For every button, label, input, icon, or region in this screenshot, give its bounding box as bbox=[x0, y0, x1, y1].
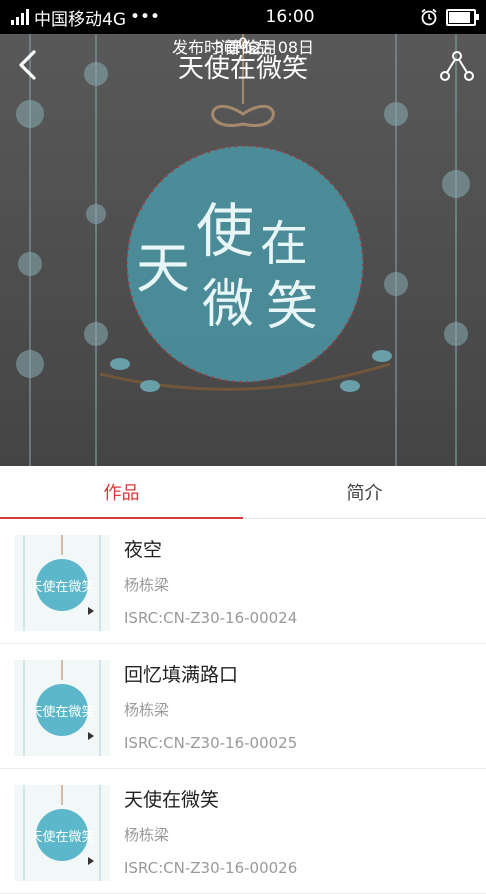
track-cover-thumb[interactable]: 天使在微笑 bbox=[14, 660, 110, 756]
track-title: 天使在微笑 bbox=[124, 789, 220, 811]
track-title: 夜空 bbox=[124, 539, 163, 561]
track-isrc: ISRC:CN-Z30-16-00026 bbox=[124, 859, 298, 877]
status-left: 中国移动4G ••• bbox=[10, 5, 160, 30]
cover-char-4: 微 bbox=[202, 275, 255, 335]
cover-logo: 天 使 在 微 笑 bbox=[136, 184, 356, 337]
tab-bar: 作品 简介 bbox=[0, 466, 486, 519]
tab-intro[interactable]: 简介 bbox=[243, 466, 486, 518]
status-dots: ••• bbox=[130, 7, 161, 27]
list-item[interactable]: 天使在微笑 回忆填满路口 杨栋梁 ISRC:CN-Z30-16-00025 bbox=[0, 644, 486, 769]
carrier-label: 中国移动4G bbox=[34, 9, 126, 30]
thumb-text: 天使在微笑 bbox=[29, 829, 94, 845]
track-list: 天使在微笑 夜空 杨栋梁 ISRC:CN-Z30-16-00024 天使在微笑 … bbox=[0, 519, 486, 894]
cover-char-1: 天 bbox=[136, 237, 190, 300]
signal-icon bbox=[11, 9, 29, 25]
track-artist: 杨栋梁 bbox=[124, 576, 170, 594]
list-item[interactable]: 天使在微笑 夜空 杨栋梁 ISRC:CN-Z30-16-00024 bbox=[0, 519, 486, 644]
tab-works[interactable]: 作品 bbox=[0, 466, 243, 519]
album-hero: 天 使 在 微 笑 天使在微笑 发布时间:12月08日 3首作品 0 评论 bbox=[0, 34, 486, 466]
cover-char-5: 笑 bbox=[266, 277, 319, 337]
track-artist: 杨栋梁 bbox=[124, 826, 170, 844]
track-cover-thumb[interactable]: 天使在微笑 bbox=[14, 785, 110, 881]
track-isrc: ISRC:CN-Z30-16-00024 bbox=[124, 609, 298, 627]
battery-icon bbox=[446, 8, 479, 26]
list-item[interactable]: 天使在微笑 天使在微笑 杨栋梁 ISRC:CN-Z30-16-00026 bbox=[0, 769, 486, 894]
comment-label[interactable]: 评论 bbox=[0, 34, 486, 58]
track-cover-thumb[interactable]: 天使在微笑 bbox=[14, 535, 110, 631]
status-right bbox=[420, 8, 479, 26]
alarm-icon bbox=[421, 8, 437, 26]
clock: 16:00 bbox=[265, 7, 315, 27]
thumb-text: 天使在微笑 bbox=[29, 704, 94, 720]
track-title: 回忆填满路口 bbox=[124, 664, 239, 686]
track-artist: 杨栋梁 bbox=[124, 701, 170, 719]
thumb-text: 天使在微笑 bbox=[29, 579, 94, 595]
cover-char-2: 使 bbox=[196, 197, 255, 265]
track-isrc: ISRC:CN-Z30-16-00025 bbox=[124, 734, 298, 752]
status-bar: 中国移动4G ••• 16:00 bbox=[0, 0, 486, 34]
